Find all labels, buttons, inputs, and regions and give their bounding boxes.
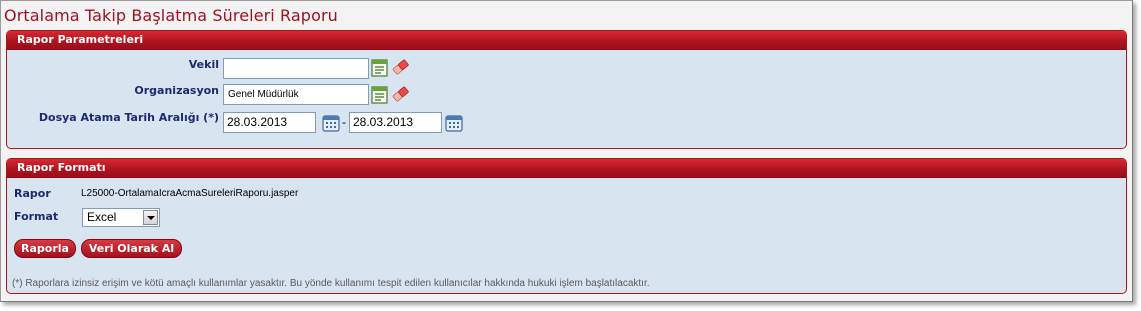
eraser-icon[interactable]: [390, 57, 410, 77]
list-lookup-icon[interactable]: [370, 58, 390, 78]
params-panel-title: Rapor Parametreleri: [7, 31, 1126, 50]
format-panel: Rapor Formatı: [6, 158, 1127, 294]
report-window: Ortalama Takip Başlatma Süreleri Raporu …: [0, 0, 1133, 302]
raporla-button[interactable]: Raporla: [14, 239, 76, 258]
format-selected-value: Excel: [87, 210, 117, 224]
vekil-input[interactable]: [223, 58, 369, 79]
veri-olarak-al-button[interactable]: Veri Olarak Al: [81, 239, 182, 258]
rapor-label: Rapor: [14, 187, 51, 200]
list-lookup-icon[interactable]: [370, 85, 390, 105]
organizasyon-label: Organizasyon: [134, 84, 219, 97]
vekil-label: Vekil: [188, 58, 219, 71]
rapor-file-name: L25000-OrtalamaIcraAcmaSureleriRaporu.ja…: [81, 188, 299, 199]
calendar-icon[interactable]: [444, 113, 464, 133]
format-select[interactable]: Excel: [82, 208, 160, 227]
dropdown-arrow-icon[interactable]: [143, 210, 158, 225]
date-end-input[interactable]: 28.03.2013: [349, 112, 442, 133]
calendar-icon[interactable]: [321, 113, 341, 133]
date-start-input[interactable]: 28.03.2013: [223, 112, 316, 133]
date-range-separator: -: [342, 115, 346, 129]
organizasyon-input[interactable]: Genel Müdürlük: [223, 84, 369, 105]
format-label: Format: [14, 210, 59, 223]
page-title: Ortalama Takip Başlatma Süreleri Raporu: [4, 6, 338, 25]
date-range-label: Dosya Atama Tarih Aralığı (*): [38, 111, 219, 124]
legal-footnote: (*) Raporlara izinsiz erişim ve kötü ama…: [12, 278, 650, 289]
format-panel-title: Rapor Formatı: [7, 159, 1126, 178]
eraser-icon[interactable]: [390, 84, 410, 104]
